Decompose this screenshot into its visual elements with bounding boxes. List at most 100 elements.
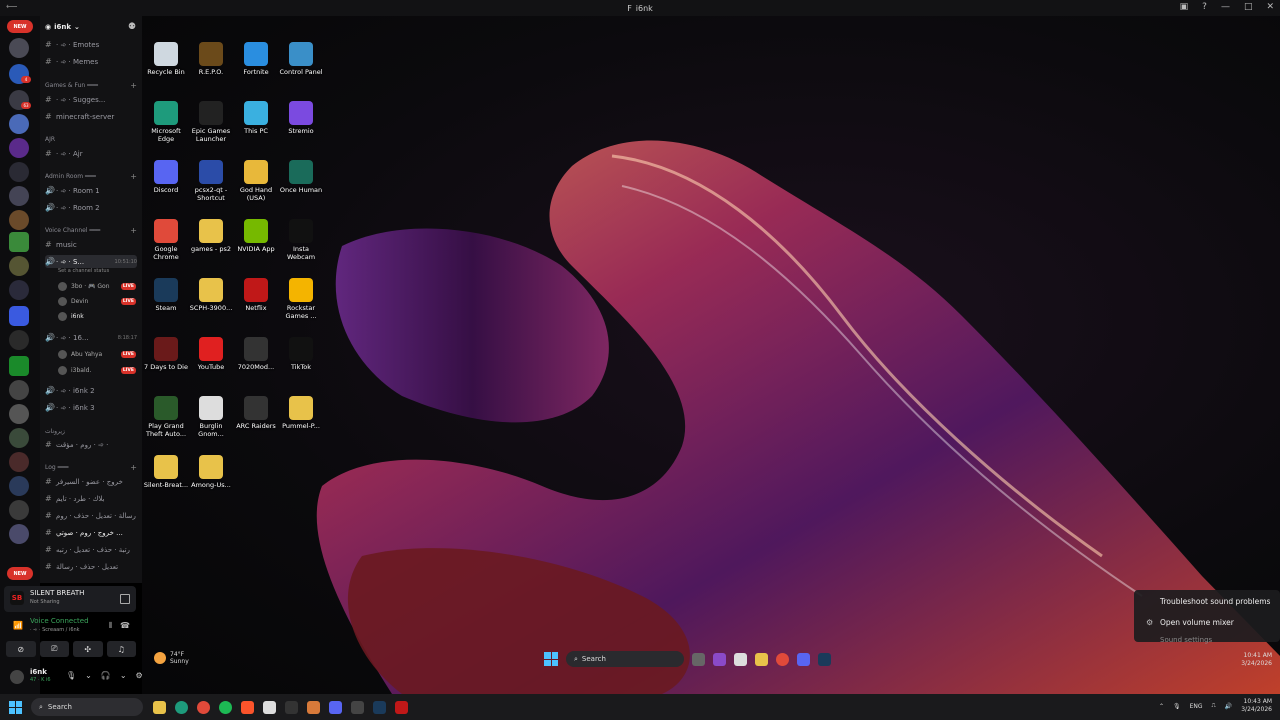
server-icon[interactable]: [9, 500, 29, 520]
file-explorer-icon[interactable]: [755, 652, 768, 666]
user-name[interactable]: i6nk: [30, 668, 47, 676]
desktop-icon[interactable]: Play Grand Theft Auto...: [143, 396, 189, 438]
desktop-icon[interactable]: Google Chrome: [143, 219, 189, 261]
desktop-icon[interactable]: 7 Days to Die: [143, 337, 189, 371]
desktop-icon[interactable]: Control Panel: [278, 42, 324, 76]
voice-active[interactable]: 🔊 · ➾ · S... 10:51:10: [45, 255, 137, 268]
inner-clock[interactable]: 10:41 AM 3/24/2026: [1241, 652, 1272, 668]
voice-status[interactable]: Voice Connected: [30, 617, 89, 625]
desktop-icon[interactable]: Discord: [143, 160, 189, 194]
desktop-icon[interactable]: ARC Raiders: [233, 396, 279, 430]
channel-emotes[interactable]: # · ➾ · Emotes: [45, 38, 137, 51]
voice-room2[interactable]: 🔊 · ➾ · Room 2: [45, 201, 137, 214]
spotify-icon[interactable]: [219, 700, 232, 714]
server-icon[interactable]: [9, 162, 29, 182]
chrome-icon[interactable]: [776, 652, 789, 666]
desktop-icon[interactable]: Steam: [143, 278, 189, 312]
troubleshoot-item[interactable]: Troubleshoot sound problems: [1160, 597, 1270, 606]
channel-log[interactable]: # تعديل · حذف · رسالة: [45, 560, 137, 573]
channel-log[interactable]: # خروج · روم · صوتي ...: [45, 526, 137, 539]
recorder-icon[interactable]: [395, 700, 408, 714]
channel-log[interactable]: # رتبة · حذف · تعديل · رتبه: [45, 543, 137, 556]
steam-icon[interactable]: [373, 700, 386, 714]
desktop-icon[interactable]: Once Human: [278, 160, 324, 194]
server-icon[interactable]: [9, 38, 29, 58]
language-indicator[interactable]: ENG: [1190, 703, 1203, 710]
desktop-icon[interactable]: NVIDIA App: [233, 219, 279, 253]
avatar[interactable]: [10, 670, 24, 684]
copilot-icon[interactable]: [713, 652, 726, 666]
channel-music[interactable]: # music: [45, 238, 137, 251]
discord-icon[interactable]: [797, 652, 810, 666]
desktop-icon[interactable]: TikTok: [278, 337, 324, 371]
brave-icon[interactable]: [241, 700, 254, 714]
channel-minecraft[interactable]: # minecraft-server: [45, 110, 137, 123]
camera-off-icon[interactable]: ⊘: [6, 641, 36, 657]
close-button[interactable]: ✕: [1266, 2, 1274, 12]
discord-icon[interactable]: [329, 700, 342, 714]
signal-icon[interactable]: 📶: [13, 621, 23, 630]
channel-log[interactable]: # رسالة · تعديل · حذف · روم: [45, 509, 137, 522]
weather-widget[interactable]: 74°F Sunny: [154, 651, 189, 665]
chevron-up-icon[interactable]: ⌃: [1159, 703, 1164, 710]
category-admin[interactable]: Admin Room ═══ +: [45, 171, 137, 181]
taskbar-clock[interactable]: 10:43 AM 3/24/2026: [1241, 698, 1272, 714]
activity-panel[interactable]: SB SILENT BREATH Not Sharing: [4, 586, 136, 612]
channel-ajr[interactable]: # · ➾ · Ajr: [45, 147, 137, 160]
voice-user[interactable]: Abu Yahya LIVE: [58, 348, 136, 361]
minimize-button[interactable]: —: [1221, 2, 1230, 12]
category-rooms[interactable]: زيرونات: [45, 426, 137, 436]
voice-channel-3[interactable]: 🔊 · ➾ · i6nk 2: [45, 384, 137, 397]
back-forward-icon[interactable]: ⟵: [6, 2, 17, 11]
windows-start-icon[interactable]: [544, 652, 558, 666]
desktop-icon[interactable]: R.E.P.O.: [188, 42, 234, 76]
store-icon[interactable]: [734, 652, 747, 666]
desktop-icon[interactable]: God Hand (USA): [233, 160, 279, 202]
sound-settings-item[interactable]: Sound settings: [1160, 636, 1212, 644]
voice-user[interactable]: i3bald. LIVE: [58, 364, 136, 377]
channel-log[interactable]: # خروج · عضو · السيرفر: [45, 475, 137, 488]
screen-share-icon[interactable]: [120, 594, 130, 604]
inbox-icon[interactable]: ▣: [1180, 2, 1189, 12]
voice-room1[interactable]: 🔊 · ➾ · Room 1: [45, 184, 137, 197]
app-icon[interactable]: [307, 700, 320, 714]
server-icon[interactable]: [9, 306, 29, 326]
desktop-icon[interactable]: Insta Webcam: [278, 219, 324, 261]
soundboard-icon[interactable]: ♫: [106, 641, 136, 657]
server-icon[interactable]: [9, 404, 29, 424]
terminal-icon[interactable]: [351, 700, 364, 714]
server-icon[interactable]: [9, 380, 29, 400]
network-icon[interactable]: ⎍: [1212, 702, 1216, 710]
mic-icon[interactable]: 🎙: [66, 671, 76, 680]
category-log[interactable]: Log ═══ +: [45, 462, 137, 472]
desktop-icon[interactable]: Microsoft Edge: [143, 101, 189, 143]
windows-start-icon[interactable]: [9, 700, 22, 714]
volume-mixer-item[interactable]: Open volume mixer: [1160, 618, 1234, 627]
server-header[interactable]: ◉ i6nk ⌄ ⚉: [40, 16, 142, 38]
steam-icon[interactable]: [818, 652, 831, 666]
server-icon[interactable]: [9, 356, 29, 376]
desktop-icon[interactable]: Stremio: [278, 101, 324, 135]
server-icon[interactable]: [9, 280, 29, 300]
capcut-icon[interactable]: [285, 700, 298, 714]
voice-user[interactable]: Devin LIVE: [58, 295, 136, 308]
desktop-icon[interactable]: Fortnite: [233, 42, 279, 76]
desktop-icon[interactable]: Netflix: [233, 278, 279, 312]
server-icon[interactable]: [9, 330, 29, 350]
screen-share-button[interactable]: ⎚: [39, 641, 69, 657]
server-icon[interactable]: [9, 428, 29, 448]
desktop-icon[interactable]: Recycle Bin: [143, 42, 189, 76]
new-badge[interactable]: NEW: [7, 20, 33, 33]
category-voice[interactable]: Voice Channel ═══ +: [45, 225, 137, 235]
channel-rooms[interactable]: # روم · مؤقت · ➾ ·: [45, 438, 137, 451]
task-view-icon[interactable]: [692, 652, 705, 666]
edge-icon[interactable]: [175, 700, 188, 714]
inner-search-box[interactable]: ⌕ Search: [566, 651, 684, 667]
server-icon[interactable]: [9, 524, 29, 544]
desktop-icon[interactable]: This PC: [233, 101, 279, 135]
server-icon[interactable]: [9, 138, 29, 158]
mic-icon[interactable]: 🎙: [1173, 703, 1181, 710]
desktop-icon[interactable]: YouTube: [188, 337, 234, 371]
desktop-icon[interactable]: Burglin Gnom...: [188, 396, 234, 438]
chevron-down-icon[interactable]: ⌄: [120, 671, 127, 680]
